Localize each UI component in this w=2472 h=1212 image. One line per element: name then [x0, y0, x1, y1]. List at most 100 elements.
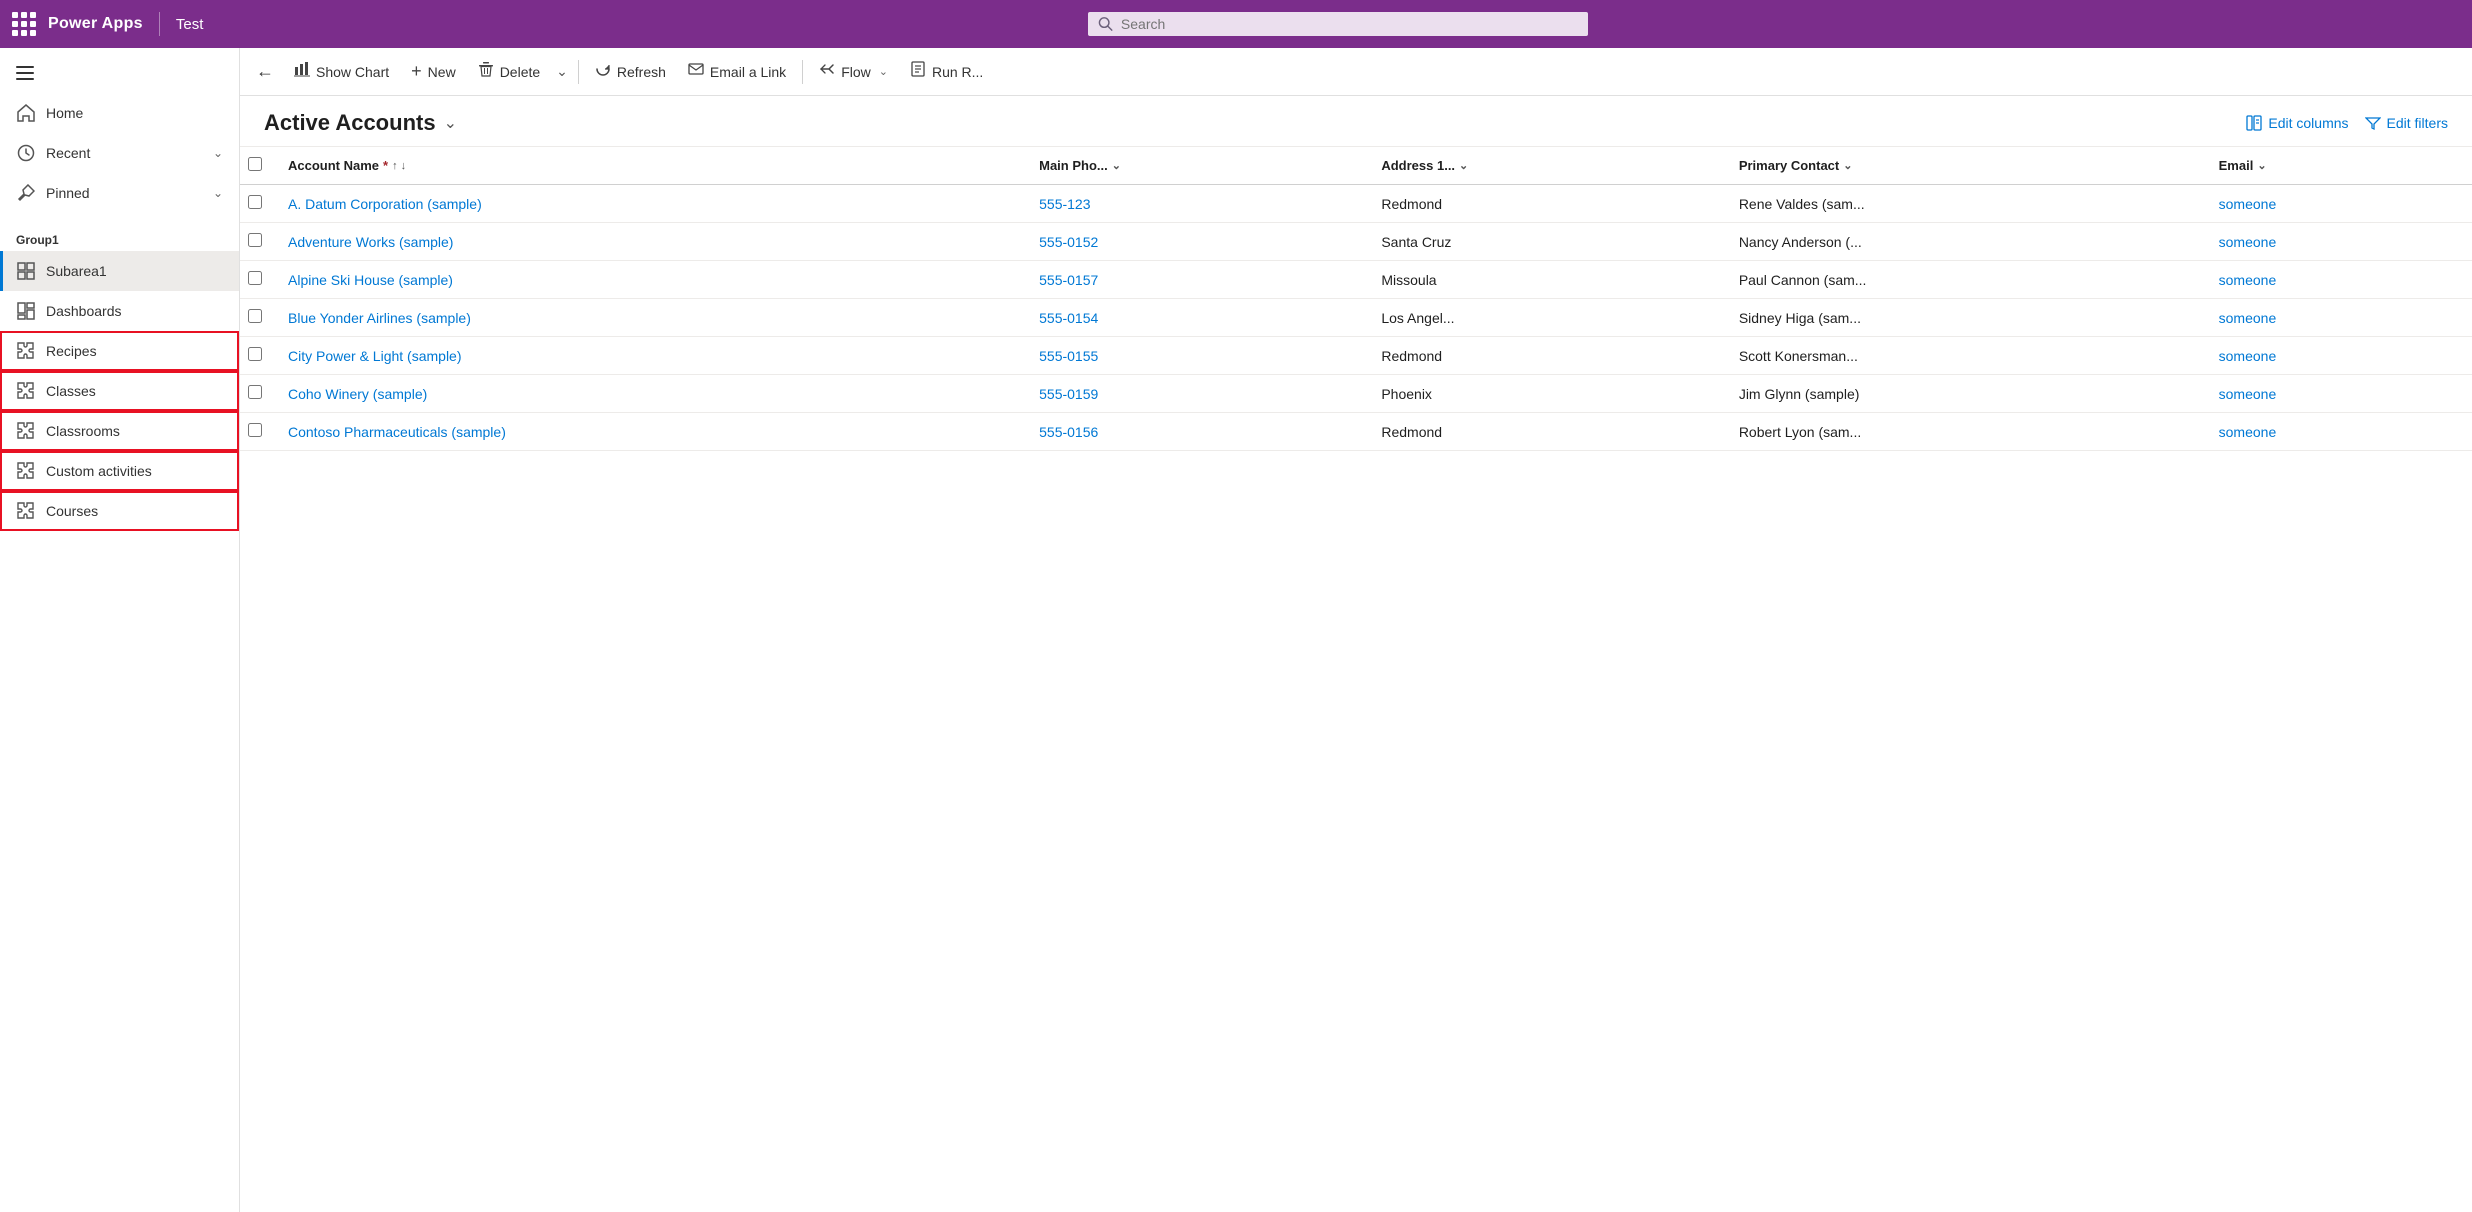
delete-button[interactable]: Delete	[468, 55, 550, 88]
search-bar[interactable]	[1088, 12, 1588, 36]
show-chart-button[interactable]: Show Chart	[284, 55, 399, 88]
page-header-actions: Edit columns Edit filters	[2246, 115, 2448, 131]
row-checkbox-5[interactable]	[248, 385, 262, 399]
phone-link-5[interactable]: 555-0159	[1039, 386, 1098, 402]
new-icon: +	[411, 61, 422, 82]
sidebar-item-pinned[interactable]: Pinned ⌄	[0, 173, 239, 213]
email-link-0[interactable]: someone	[2219, 196, 2277, 212]
phone-link-6[interactable]: 555-0156	[1039, 424, 1098, 440]
sidebar-item-recent[interactable]: Recent ⌄	[0, 133, 239, 173]
col-header-account-name[interactable]: Account Name * ↑ ↓	[272, 147, 1023, 185]
sidebar-dashboards-label: Dashboards	[46, 303, 223, 319]
email-link-6[interactable]: someone	[2219, 424, 2277, 440]
email-link-4[interactable]: someone	[2219, 348, 2277, 364]
flow-icon	[819, 61, 835, 82]
row-email-3: someone	[2203, 299, 2472, 337]
col-phone-chevron[interactable]: ⌄	[1112, 159, 1121, 172]
row-checkbox-cell	[240, 261, 272, 299]
row-account-name-3: Blue Yonder Airlines (sample)	[272, 299, 1023, 337]
edit-filters-label: Edit filters	[2387, 115, 2448, 131]
sidebar-custom-activities-label: Custom activities	[46, 463, 223, 479]
row-checkbox-6[interactable]	[248, 423, 262, 437]
sort-icons-account[interactable]: ↑ ↓	[392, 160, 406, 172]
sidebar-item-classes[interactable]: Classes	[0, 371, 239, 411]
row-checkbox-4[interactable]	[248, 347, 262, 361]
row-checkbox-cell	[240, 337, 272, 375]
row-checkbox-0[interactable]	[248, 195, 262, 209]
table-row: Contoso Pharmaceuticals (sample) 555-015…	[240, 413, 2472, 451]
run-report-button[interactable]: Run R...	[900, 55, 993, 88]
accounts-table: Account Name * ↑ ↓ Main Pho... ⌄	[240, 147, 2472, 451]
account-name-link-6[interactable]: Contoso Pharmaceuticals (sample)	[288, 424, 506, 440]
row-main-phone-0: 555-123	[1023, 185, 1365, 223]
phone-link-1[interactable]: 555-0152	[1039, 234, 1098, 250]
phone-link-2[interactable]: 555-0157	[1039, 272, 1098, 288]
edit-filters-icon	[2365, 115, 2381, 131]
hamburger-menu[interactable]	[0, 56, 239, 93]
row-primary-contact-4: Scott Konersman...	[1723, 337, 2203, 375]
row-address-4: Redmond	[1365, 337, 1722, 375]
table-row: Adventure Works (sample) 555-0152 Santa …	[240, 223, 2472, 261]
row-checkbox-3[interactable]	[248, 309, 262, 323]
brand-name: Power Apps	[48, 15, 143, 33]
account-name-link-0[interactable]: A. Datum Corporation (sample)	[288, 196, 482, 212]
col-header-address[interactable]: Address 1... ⌄	[1365, 147, 1722, 185]
email-link-1[interactable]: someone	[2219, 234, 2277, 250]
edit-filters-button[interactable]: Edit filters	[2365, 115, 2448, 131]
new-button[interactable]: + New	[401, 55, 466, 88]
col-header-main-phone[interactable]: Main Pho... ⌄	[1023, 147, 1365, 185]
sidebar-item-home[interactable]: Home	[0, 93, 239, 133]
email-link-label: Email a Link	[710, 64, 786, 80]
account-name-link-2[interactable]: Alpine Ski House (sample)	[288, 272, 453, 288]
col-primary-contact-label: Primary Contact	[1739, 158, 1839, 173]
table-container[interactable]: Account Name * ↑ ↓ Main Pho... ⌄	[240, 147, 2472, 1212]
account-name-link-3[interactable]: Blue Yonder Airlines (sample)	[288, 310, 471, 326]
row-checkbox-2[interactable]	[248, 271, 262, 285]
refresh-label: Refresh	[617, 64, 666, 80]
row-main-phone-6: 555-0156	[1023, 413, 1365, 451]
sidebar-item-custom-activities[interactable]: Custom activities	[0, 451, 239, 491]
row-checkbox-1[interactable]	[248, 233, 262, 247]
row-address-2: Missoula	[1365, 261, 1722, 299]
email-link-5[interactable]: someone	[2219, 386, 2277, 402]
email-link-button[interactable]: Email a Link	[678, 55, 796, 88]
home-icon	[16, 103, 36, 123]
col-header-primary-contact[interactable]: Primary Contact ⌄	[1723, 147, 2203, 185]
run-report-label: Run R...	[932, 64, 983, 80]
sidebar-item-dashboards[interactable]: Dashboards	[0, 291, 239, 331]
sidebar-item-courses[interactable]: Courses	[0, 491, 239, 531]
col-email-chevron[interactable]: ⌄	[2257, 159, 2266, 172]
sidebar-item-classrooms[interactable]: Classrooms	[0, 411, 239, 451]
toolbar-chevron-1[interactable]: ⌄	[552, 59, 572, 84]
sidebar-item-recipes[interactable]: Recipes	[0, 331, 239, 371]
classes-puzzle-icon	[16, 381, 36, 401]
phone-link-0[interactable]: 555-123	[1039, 196, 1090, 212]
email-link-3[interactable]: someone	[2219, 310, 2277, 326]
table-header-row: Account Name * ↑ ↓ Main Pho... ⌄	[240, 147, 2472, 185]
account-name-link-1[interactable]: Adventure Works (sample)	[288, 234, 453, 250]
edit-columns-button[interactable]: Edit columns	[2246, 115, 2348, 131]
col-email-label: Email	[2219, 158, 2254, 173]
table-row: Coho Winery (sample) 555-0159 Phoenix Ji…	[240, 375, 2472, 413]
account-name-link-5[interactable]: Coho Winery (sample)	[288, 386, 427, 402]
col-primary-contact-chevron[interactable]: ⌄	[1843, 159, 1852, 172]
phone-link-3[interactable]: 555-0154	[1039, 310, 1098, 326]
email-link-2[interactable]: someone	[2219, 272, 2277, 288]
waffle-menu[interactable]	[12, 12, 36, 36]
refresh-button[interactable]: Refresh	[585, 55, 676, 88]
email-link-icon	[688, 61, 704, 82]
back-button[interactable]: ←	[248, 55, 282, 88]
page-title-chevron[interactable]: ⌄	[444, 113, 457, 133]
search-input[interactable]	[1121, 16, 1578, 32]
flow-button[interactable]: Flow ⌄	[809, 55, 898, 88]
sidebar-item-subarea1[interactable]: Subarea1	[0, 251, 239, 291]
row-primary-contact-2: Paul Cannon (sam...	[1723, 261, 2203, 299]
flow-chevron[interactable]: ⌄	[879, 65, 888, 78]
phone-link-4[interactable]: 555-0155	[1039, 348, 1098, 364]
col-address-chevron[interactable]: ⌄	[1459, 159, 1468, 172]
col-header-email[interactable]: Email ⌄	[2203, 147, 2472, 185]
table-row: Blue Yonder Airlines (sample) 555-0154 L…	[240, 299, 2472, 337]
sidebar-top: Home Recent ⌄	[0, 48, 239, 221]
account-name-link-4[interactable]: City Power & Light (sample)	[288, 348, 462, 364]
select-all-checkbox[interactable]	[248, 157, 262, 171]
